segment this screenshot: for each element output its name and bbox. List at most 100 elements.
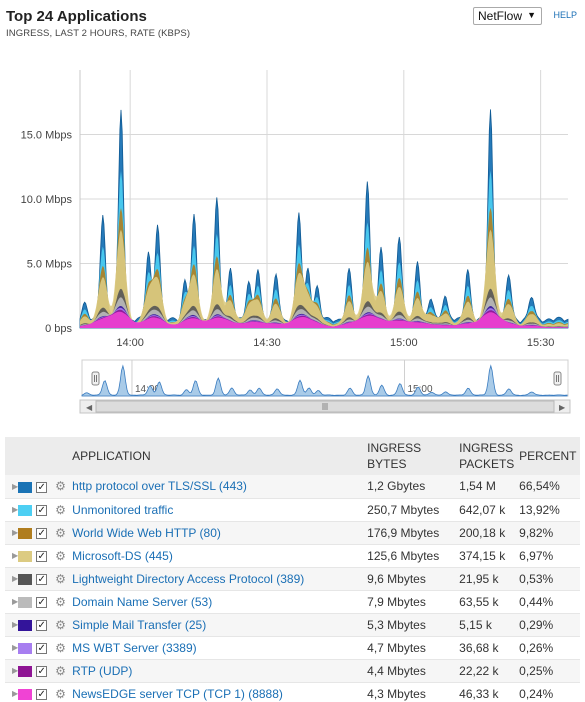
series-checkbox[interactable]: ✓ — [36, 481, 48, 493]
applications-table: APPLICATION INGRESS BYTES INGRESS PACKET… — [5, 437, 580, 702]
y-tick-label: 5.0 Mbps — [27, 259, 73, 271]
expand-icon[interactable]: ▶ — [5, 475, 18, 498]
application-link[interactable]: Unmonitored traffic — [72, 503, 173, 517]
col-percent[interactable]: PERCENT — [519, 437, 580, 475]
expand-icon[interactable]: ▶ — [5, 544, 18, 567]
swatch-cell — [18, 590, 36, 613]
widget-header: Top 24 Applications INGRESS, LAST 2 HOUR… — [0, 0, 585, 48]
application-link[interactable]: MS WBT Server (3389) — [72, 641, 196, 655]
header-spacer — [5, 437, 72, 475]
series-checkbox[interactable]: ✓ — [36, 688, 48, 700]
expand-icon[interactable]: ▶ — [5, 659, 18, 682]
expand-icon[interactable]: ▶ — [5, 636, 18, 659]
swatch-cell — [18, 613, 36, 636]
swatch-cell — [18, 567, 36, 590]
application-link[interactable]: Simple Mail Transfer (25) — [72, 618, 206, 632]
gear-cell: ⚙ — [55, 613, 72, 636]
application-link[interactable]: Lightweight Directory Access Protocol (3… — [72, 572, 304, 586]
checkbox-cell: ✓ — [36, 590, 55, 613]
table-row[interactable]: ▶ ✓ ⚙ Domain Name Server (53) 7,9 Mbytes 63,5… — [5, 590, 580, 613]
table-row[interactable]: ▶ ✓ ⚙ Microsoft-DS (445) 125,6 Mbytes 374,15 … — [5, 544, 580, 567]
range-end-handle[interactable] — [553, 371, 562, 386]
y-tick-label: 10.0 Mbps — [21, 194, 73, 206]
application-link[interactable]: Microsoft-DS (445) — [72, 549, 173, 563]
series-checkbox[interactable]: ✓ — [36, 619, 48, 631]
app-cell: Domain Name Server (53) — [72, 590, 367, 613]
app-cell: RTP (UDP) — [72, 659, 367, 682]
range-start-handle[interactable] — [91, 371, 100, 386]
table-row[interactable]: ▶ ✓ ⚙ MS WBT Server (3389) 4,7 Mbytes 36,68 k… — [5, 636, 580, 659]
table-row[interactable]: ▶ ✓ ⚙ Lightweight Directory Access Protocol… — [5, 567, 580, 590]
gear-icon[interactable]: ⚙ — [55, 618, 66, 632]
table-row[interactable]: ▶ ✓ ⚙ NewsEDGE server TCP (TCP 1) (8888) 4,3… — [5, 682, 580, 702]
gear-icon[interactable]: ⚙ — [55, 526, 66, 540]
time-navigator[interactable]: 14:0015:00◀▶ — [0, 356, 585, 418]
series-checkbox[interactable]: ✓ — [36, 550, 48, 562]
application-link[interactable]: World Wide Web HTTP (80) — [72, 526, 221, 540]
expand-icon[interactable]: ▶ — [5, 682, 18, 702]
gear-icon[interactable]: ⚙ — [55, 503, 66, 517]
gear-cell: ⚙ — [55, 590, 72, 613]
x-tick-label: 15:30 — [527, 337, 555, 349]
percent-cell: 0,29% — [519, 617, 554, 632]
swatch-cell — [18, 498, 36, 521]
col-ingress-bytes-line1: INGRESS — [367, 441, 422, 455]
application-link[interactable]: Domain Name Server (53) — [72, 595, 212, 609]
checkbox-cell: ✓ — [36, 682, 55, 702]
app-cell: http protocol over TLS/SSL (443) — [72, 475, 367, 498]
col-ingress-packets[interactable]: INGRESS PACKETS — [459, 437, 519, 475]
series-checkbox[interactable]: ✓ — [36, 504, 48, 516]
application-link[interactable]: NewsEDGE server TCP (TCP 1) (8888) — [72, 687, 283, 701]
checkbox-cell: ✓ — [36, 567, 55, 590]
ingress-bytes-cell: 250,7 Mbytes — [367, 502, 440, 517]
series-checkbox[interactable]: ✓ — [36, 573, 48, 585]
ingress-bytes-cell: 176,9 Mbytes — [367, 525, 440, 540]
scroll-left-arrow-icon[interactable]: ◀ — [86, 403, 93, 412]
table-row[interactable]: ▶ ✓ ⚙ Unmonitored traffic 250,7 Mbytes 642,07… — [5, 498, 580, 521]
application-link[interactable]: http protocol over TLS/SSL (443) — [72, 479, 247, 493]
gear-icon[interactable]: ⚙ — [55, 572, 66, 586]
expand-icon[interactable]: ▶ — [5, 590, 18, 613]
application-link[interactable]: RTP (UDP) — [72, 664, 132, 678]
scroll-right-arrow-icon[interactable]: ▶ — [559, 403, 566, 412]
gear-icon[interactable]: ⚙ — [55, 687, 66, 701]
series-checkbox[interactable]: ✓ — [36, 642, 48, 654]
series-checkbox[interactable]: ✓ — [36, 527, 48, 539]
table-row[interactable]: ▶ ✓ ⚙ Simple Mail Transfer (25) 5,3 Mbytes 5,… — [5, 613, 580, 636]
flow-source-select[interactable]: NetFlow ▼ — [473, 7, 542, 25]
ingress-packets-cell: 22,22 k — [459, 663, 499, 678]
series-color-swatch — [18, 688, 33, 700]
gear-icon[interactable]: ⚙ — [55, 479, 66, 493]
col-ingress-bytes[interactable]: INGRESS BYTES — [367, 437, 459, 475]
ingress-packets-cell: 63,55 k — [459, 594, 499, 609]
app-cell: Microsoft-DS (445) — [72, 544, 367, 567]
gear-icon[interactable]: ⚙ — [55, 664, 66, 678]
x-tick-label: 14:30 — [253, 337, 281, 349]
expand-icon[interactable]: ▶ — [5, 567, 18, 590]
ingress-bytes-cell: 5,3 Mbytes — [367, 617, 426, 632]
gear-cell: ⚙ — [55, 636, 72, 659]
help-link[interactable]: HELP — [553, 10, 577, 20]
table-row[interactable]: ▶ ✓ ⚙ http protocol over TLS/SSL (443) 1,2 G… — [5, 475, 580, 498]
gear-icon[interactable]: ⚙ — [55, 641, 66, 655]
y-tick-label: 0 bps — [45, 323, 72, 335]
expand-icon[interactable]: ▶ — [5, 498, 18, 521]
series-checkbox[interactable]: ✓ — [36, 665, 48, 677]
table-row[interactable]: ▶ ✓ ⚙ RTP (UDP) 4,4 Mbytes 22,22 k 0,25% — [5, 659, 580, 682]
swatch-cell — [18, 521, 36, 544]
expand-icon[interactable]: ▶ — [5, 521, 18, 544]
percent-cell: 0,24% — [519, 686, 554, 701]
traffic-chart[interactable]: 0 bps5.0 Mbps10.0 Mbps15.0 Mbps 14:00 14:… — [0, 48, 585, 408]
table-row[interactable]: ▶ ✓ ⚙ World Wide Web HTTP (80) 176,9 Mbytes 2… — [5, 521, 580, 544]
gear-cell: ⚙ — [55, 521, 72, 544]
checkbox-cell: ✓ — [36, 636, 55, 659]
col-application[interactable]: APPLICATION — [72, 437, 367, 475]
gear-icon[interactable]: ⚙ — [55, 595, 66, 609]
expand-icon[interactable]: ▶ — [5, 613, 18, 636]
chart-areas — [79, 109, 569, 329]
series-color-swatch — [18, 573, 33, 585]
gear-icon[interactable]: ⚙ — [55, 549, 66, 563]
series-color-swatch — [18, 481, 33, 493]
series-checkbox[interactable]: ✓ — [36, 596, 48, 608]
x-axis-labels: 14:00 14:30 15:00 15:30 — [116, 337, 554, 349]
